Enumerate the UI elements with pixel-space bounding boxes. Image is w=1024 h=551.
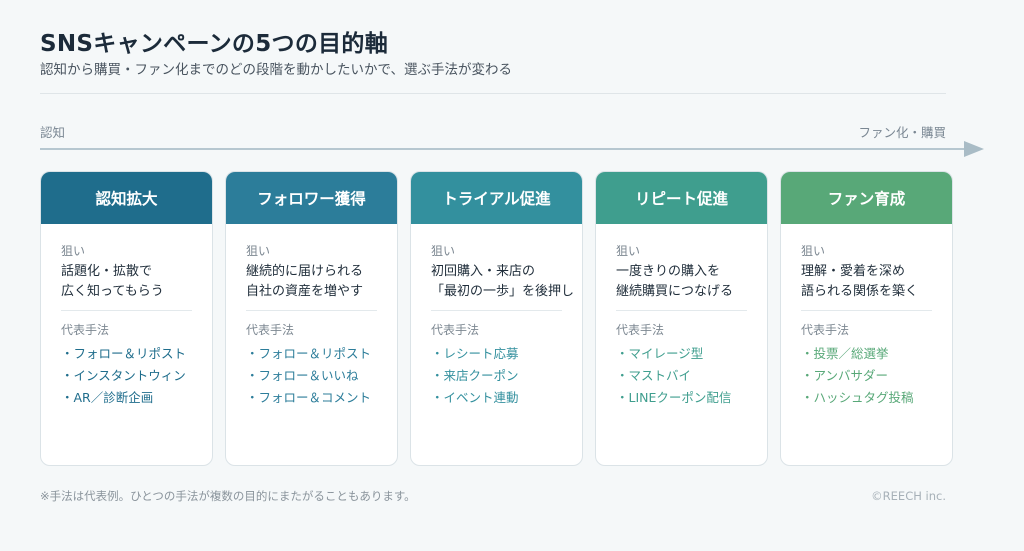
- method-item: ・フォロー＆リポスト: [246, 346, 372, 361]
- card-divider: [801, 310, 932, 311]
- aim-text: 理解・愛着を深め 語られる関係を築く: [801, 262, 932, 302]
- progress-axis: [40, 141, 984, 157]
- method-item: ・イベント連動: [431, 390, 519, 405]
- stage-cards: 認知拡大 狙い 話題化・拡散で 広く知ってもらう 代表手法 ・フォロー＆リポスト…: [40, 171, 954, 466]
- page-title: SNSキャンペーンの5つの目的軸: [40, 31, 389, 57]
- page-subtitle: 認知から購買・ファン化までのどの段階を動かしたいかで、選ぶ手法が変わる: [40, 62, 512, 78]
- stage-title: 認知拡大: [95, 190, 158, 208]
- card-divider: [61, 310, 192, 311]
- aim-text: 一度きりの購入を 継続購買につなげる: [616, 262, 747, 302]
- stage-header: トライアル促進: [411, 172, 582, 224]
- methods-list: ・フォロー＆リポスト ・フォロー＆いいね ・フォロー＆コメント: [246, 343, 377, 409]
- footnote: ※手法は代表例。ひとつの手法が複数の目的にまたがることもあります。: [40, 489, 416, 503]
- method-item: ・レシート応募: [431, 346, 519, 361]
- aim-text: 初回購入・来店の 「最初の一歩」を後押し: [431, 262, 575, 302]
- methods-label: 代表手法: [61, 323, 110, 337]
- method-item: ・インスタントウィン: [61, 368, 186, 383]
- footer: ※手法は代表例。ひとつの手法が複数の目的にまたがることもあります。 ©REECH…: [40, 488, 984, 504]
- axis-labels: 認知 ファン化・購買: [40, 122, 984, 140]
- card-divider: [246, 310, 377, 311]
- method-item: ・マイレージ型: [616, 346, 704, 361]
- aim-label: 狙い: [801, 244, 826, 258]
- method-item: ・ハッシュタグ投稿: [801, 390, 914, 405]
- aim-line: 継続購買につなげる: [616, 284, 734, 299]
- aim-line: 広く知ってもらう: [61, 284, 164, 299]
- arrow-right-icon: [964, 141, 984, 157]
- aim-line: 一度きりの購入を: [616, 264, 721, 279]
- card-divider: [616, 310, 747, 311]
- methods-list: ・フォロー＆リポスト ・インスタントウィン ・AR／診断企画: [61, 343, 192, 409]
- aim-line: 理解・愛着を深め: [801, 264, 906, 279]
- stage-card-follower: フォロワー獲得 狙い 継続的に届けられる 自社の資産を増やす 代表手法 ・フォロ…: [225, 171, 398, 466]
- aim-label: 狙い: [61, 244, 86, 258]
- stage-body: 狙い 一度きりの購入を 継続購買につなげる 代表手法 ・マイレージ型 ・マストバ…: [596, 224, 767, 409]
- methods-label: 代表手法: [616, 323, 665, 337]
- aim-line: 語られる関係を築く: [801, 284, 919, 299]
- stage-card-repeat: リピート促進 狙い 一度きりの購入を 継続購買につなげる 代表手法 ・マイレージ…: [595, 171, 768, 466]
- aim-text: 継続的に届けられる 自社の資産を増やす: [246, 262, 377, 302]
- methods-label: 代表手法: [801, 323, 850, 337]
- aim-line: 話題化・拡散で: [61, 264, 153, 279]
- aim-line: 継続的に届けられる: [246, 264, 364, 279]
- methods-list: ・レシート応募 ・来店クーポン ・イベント連動: [431, 343, 562, 409]
- stage-title: トライアル促進: [442, 190, 551, 208]
- method-item: ・LINEクーポン配信: [616, 390, 732, 405]
- methods-list: ・投票／総選挙 ・アンバサダー ・ハッシュタグ投稿: [801, 343, 932, 409]
- aim-label: 狙い: [616, 244, 641, 258]
- stage-body: 狙い 理解・愛着を深め 語られる関係を築く 代表手法 ・投票／総選挙 ・アンバサ…: [781, 224, 952, 409]
- method-item: ・AR／診断企画: [61, 390, 154, 405]
- aim-line: 「最初の一歩」を後押し: [431, 284, 575, 299]
- card-divider: [431, 310, 562, 311]
- methods-label: 代表手法: [246, 323, 295, 337]
- method-item: ・フォロー＆リポスト: [61, 346, 187, 361]
- stage-body: 狙い 話題化・拡散で 広く知ってもらう 代表手法 ・フォロー＆リポスト ・インス…: [41, 224, 212, 409]
- stage-title: リピート促進: [634, 190, 728, 208]
- stage-card-fan: ファン育成 狙い 理解・愛着を深め 語られる関係を築く 代表手法 ・投票／総選挙…: [780, 171, 953, 466]
- method-item: ・フォロー＆コメント: [246, 390, 372, 405]
- aim-label: 狙い: [431, 244, 456, 258]
- stage-title: フォロワー獲得: [257, 190, 366, 208]
- header-divider: [40, 93, 946, 94]
- method-item: ・アンバサダー: [801, 368, 889, 383]
- method-item: ・投票／総選挙: [801, 346, 889, 361]
- copyright: ©REECH inc.: [871, 489, 946, 503]
- axis-start-label: 認知: [40, 125, 66, 140]
- axis-line: [40, 148, 964, 150]
- stage-body: 狙い 継続的に届けられる 自社の資産を増やす 代表手法 ・フォロー＆リポスト ・…: [226, 224, 397, 409]
- page: SNSキャンペーンの5つの目的軸 認知から購買・ファン化までのどの段階を動かした…: [0, 0, 1024, 551]
- stage-card-awareness: 認知拡大 狙い 話題化・拡散で 広く知ってもらう 代表手法 ・フォロー＆リポスト…: [40, 171, 213, 466]
- method-item: ・来店クーポン: [431, 368, 519, 383]
- stage-title: ファン育成: [827, 190, 906, 208]
- aim-text: 話題化・拡散で 広く知ってもらう: [61, 262, 192, 302]
- methods-list: ・マイレージ型 ・マストバイ ・LINEクーポン配信: [616, 343, 747, 409]
- stage-header: ファン育成: [781, 172, 952, 224]
- methods-label: 代表手法: [431, 323, 480, 337]
- method-item: ・フォロー＆いいね: [246, 368, 359, 383]
- stage-header: 認知拡大: [41, 172, 212, 224]
- axis-end-label: ファン化・購買: [858, 125, 946, 140]
- stage-header: リピート促進: [596, 172, 767, 224]
- stage-header: フォロワー獲得: [226, 172, 397, 224]
- stage-body: 狙い 初回購入・来店の 「最初の一歩」を後押し 代表手法 ・レシート応募 ・来店…: [411, 224, 582, 409]
- aim-label: 狙い: [246, 244, 271, 258]
- aim-line: 初回購入・来店の: [431, 264, 536, 279]
- stage-card-trial: トライアル促進 狙い 初回購入・来店の 「最初の一歩」を後押し 代表手法 ・レシ…: [410, 171, 583, 466]
- method-item: ・マストバイ: [616, 368, 692, 383]
- aim-line: 自社の資産を増やす: [246, 284, 364, 299]
